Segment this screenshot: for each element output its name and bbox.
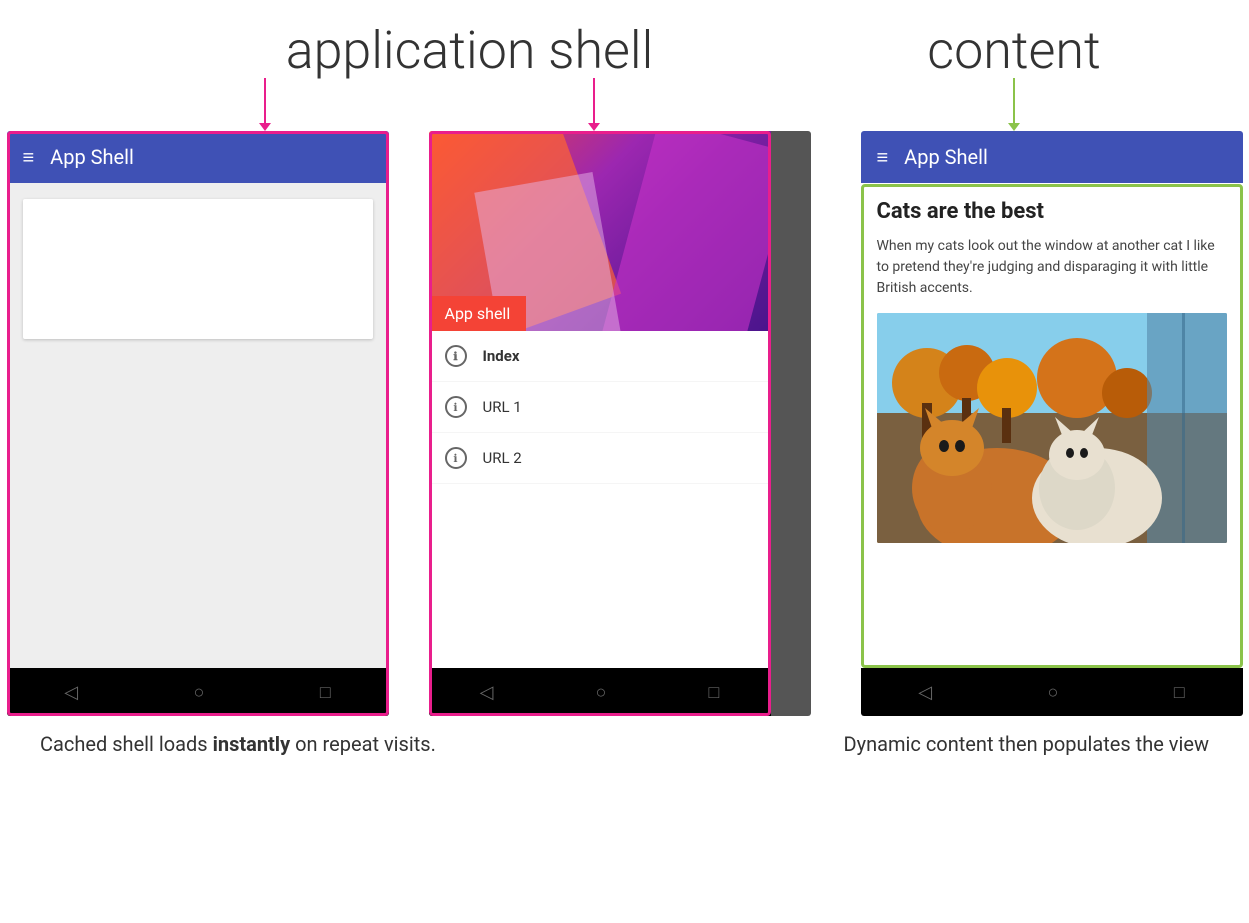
phone1-card [23,199,373,339]
drawer-item-index[interactable]: ℹ Index [429,331,771,382]
phone2-navbar: ◁ ○ □ [429,668,771,716]
nav-back-icon3: ◁ [918,682,932,703]
phone3-appbar: ≡ App Shell [861,131,1243,183]
content-title: Cats are the best [877,199,1227,224]
drawer-item-url2[interactable]: ℹ URL 2 [429,433,771,484]
hamburger-icon3: ≡ [877,145,889,170]
phone1-navbar: ◁ ○ □ [7,668,389,716]
nav-back-icon: ◁ [64,682,78,703]
phone1-content [7,183,389,668]
phone1-wrapper: ≡ App Shell ◁ ○ □ [7,131,389,716]
nav-recent-icon2: □ [709,682,720,703]
nav-back-icon2: ◁ [480,682,494,703]
phone3-wrapper: ≡ App Shell Cats are the best When my ca… [861,131,1243,716]
phone2-wrapper: App shell ℹ Index ℹ URL 1 ℹ U [429,131,811,716]
phone1-title: App Shell [50,145,134,169]
drawer-label-url1: URL 1 [483,398,522,416]
drawer-label-url2: URL 2 [483,449,522,467]
info-icon-url1: ℹ [445,396,467,418]
nav-home-icon: ○ [194,682,205,703]
hero-label: App shell [429,296,527,331]
drawer-list: ℹ Index ℹ URL 1 ℹ URL 2 [429,331,771,668]
phone2: App shell ℹ Index ℹ URL 1 ℹ U [429,131,811,716]
phone1: ≡ App Shell ◁ ○ □ [7,131,389,716]
content-heading: content [927,20,1101,81]
info-icon-index: ℹ [445,345,467,367]
content-text: When my cats look out the window at anot… [877,236,1227,299]
info-icon-url2: ℹ [445,447,467,469]
nav-home-icon3: ○ [1048,682,1059,703]
drawer-label-index: Index [483,347,520,365]
phone1-appbar: ≡ App Shell [7,131,389,183]
nav-recent-icon3: □ [1174,682,1185,703]
phone3-navbar: ◁ ○ □ [861,668,1243,716]
drawer-item-url1[interactable]: ℹ URL 1 [429,382,771,433]
nav-home-icon2: ○ [596,682,607,703]
app-shell-heading: application shell [286,20,654,81]
phone3-content: Cats are the best When my cats look out … [861,183,1243,668]
phone2-screen: App shell ℹ Index ℹ URL 1 ℹ U [429,131,771,668]
phone3: ≡ App Shell Cats are the best When my ca… [861,131,1243,716]
phone3-title: App Shell [904,145,988,169]
bottom-text-start: Cached shell loads [40,732,213,756]
hero-image: App shell [429,131,771,331]
bottom-left-text: Cached shell loads instantly on repeat v… [40,732,436,756]
bottom-right-text: Dynamic content then populates the view [843,732,1209,756]
bottom-text-end: on repeat visits. [290,732,436,756]
nav-recent-icon: □ [320,682,331,703]
hamburger-icon: ≡ [23,145,35,170]
cat-image [877,313,1227,543]
bottom-text-bold: instantly [213,732,291,756]
